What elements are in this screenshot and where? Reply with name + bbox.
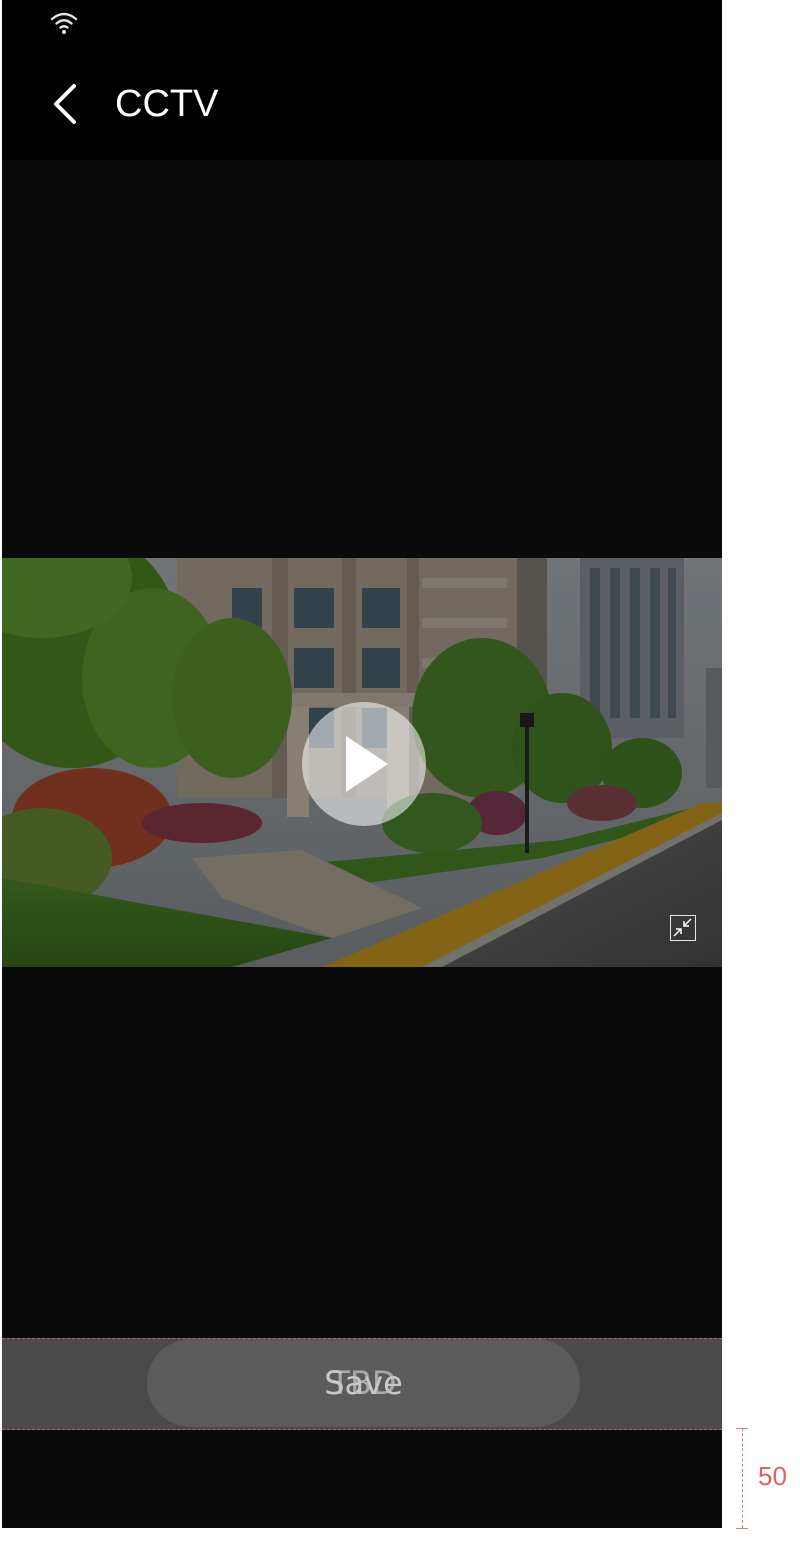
save-bar: TBD Save <box>2 1338 722 1430</box>
measure-cap-bottom <box>736 1528 748 1529</box>
page-title: CCTV <box>115 83 219 125</box>
wifi-icon <box>49 10 79 36</box>
chevron-left-icon[interactable] <box>46 82 86 126</box>
app-header: CCTV <box>2 50 722 160</box>
play-button[interactable] <box>302 702 426 826</box>
save-button[interactable]: TBD Save <box>147 1339 580 1427</box>
play-icon <box>346 736 388 792</box>
save-button-label: Save <box>324 1364 403 1402</box>
exit-fullscreen-icon[interactable] <box>670 915 696 941</box>
status-bar <box>2 0 722 50</box>
cctv-video-player[interactable] <box>2 558 722 967</box>
measure-line <box>742 1428 743 1528</box>
measure-label: 50 <box>758 1461 787 1491</box>
phone-screen: CCTV TBD Save <box>2 0 722 1528</box>
